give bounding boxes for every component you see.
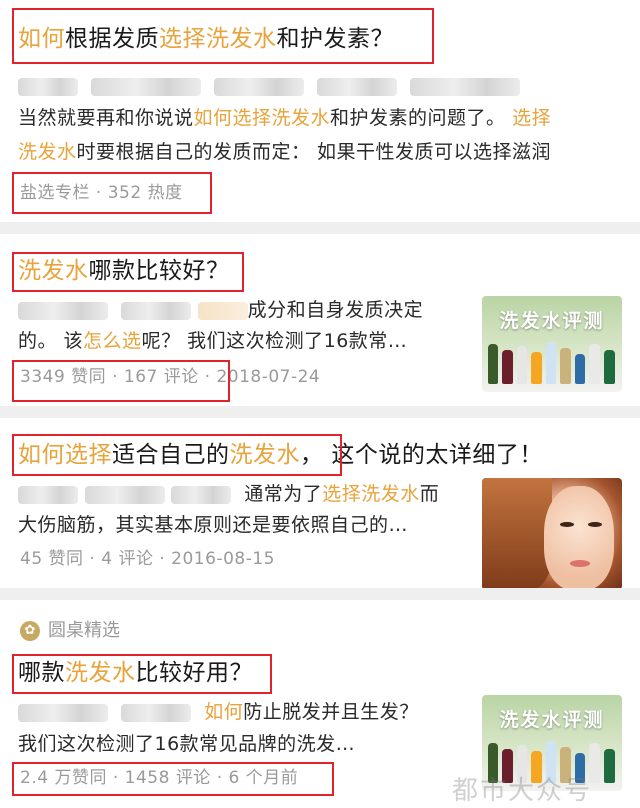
excerpt-seg: 成分和自身发质决定 — [247, 299, 424, 321]
result-thumbnail[interactable] — [482, 478, 622, 590]
result-meta: 45 赞同 · 4 评论 · 2016-08-15 — [20, 549, 275, 569]
excerpt-seg: 如何 — [204, 701, 244, 723]
excerpt-seg: 洗发水 — [18, 141, 77, 163]
blurred-line — [18, 72, 521, 100]
excerpt-seg: 的。 该 — [18, 330, 84, 352]
card-separator — [0, 222, 640, 234]
excerpt-seg: 怎么选 — [83, 330, 142, 352]
excerpt-seg: 如何选择洗发水 — [193, 107, 331, 129]
thumbnail-caption: 洗发水评测 — [499, 709, 605, 731]
excerpt-seg: 通常为了 — [244, 483, 323, 505]
annotation-box — [12, 252, 244, 292]
result-thumbnail[interactable]: 洗发水评测 — [482, 296, 622, 392]
title-seg: 这个说的太详细了！ — [331, 442, 543, 468]
annotation-box — [12, 434, 342, 476]
annotation-box — [12, 172, 212, 214]
annotation-box — [12, 762, 334, 796]
thumbnail-caption: 洗发水评测 — [499, 310, 605, 332]
annotation-box — [12, 654, 272, 694]
result-excerpt: 大伤脑筋，其实基本原则还是要依照自己的… — [18, 514, 409, 536]
excerpt-seg: 时要根据自己的发质而定： 如果干性发质可以选择滋润 — [76, 141, 552, 163]
result-card-2[interactable]: 洗发水哪款比较好？ 成分和自身发质决定 的。 该怎么选呢？ 我们这次检测了16款… — [0, 234, 640, 406]
result-excerpt: 当然就要再和你说说如何选择洗发水和护发素的问题了。 选择 — [18, 104, 551, 132]
result-card-3[interactable]: 如何选择适合自己的洗发水， 这个说的太详细了！ 通常为了选择洗发水而 大伤脑筋，… — [0, 418, 640, 590]
annotation-box — [12, 360, 230, 402]
result-excerpt: 成分和自身发质决定 — [18, 296, 423, 324]
result-excerpt: 如何防止脱发并且生发？ — [18, 698, 419, 726]
annotation-box — [12, 8, 434, 64]
excerpt-seg: 和护发素的问题了。 — [330, 107, 506, 129]
excerpt-seg: 选择 — [512, 107, 552, 129]
excerpt-seg: 当然就要再和你说说 — [18, 107, 194, 129]
result-excerpt: 的。 该怎么选呢？ 我们这次检测了16款常… — [18, 327, 407, 355]
result-excerpt: 通常为了选择洗发水而 — [18, 480, 439, 508]
result-excerpt: 我们这次检测了16款常见品牌的洗发… — [18, 733, 356, 755]
excerpt-seg: 防止脱发并且生发？ — [243, 701, 419, 723]
result-card-1[interactable]: 如何根据发质选择洗发水和护发素？ 当然就要再和你说说如何选择洗发水和护发素的问题… — [0, 0, 640, 222]
result-excerpt: 洗发水时要根据自己的发质而定： 如果干性发质可以选择滋润 — [18, 138, 551, 166]
watermark: 都市大众号 — [452, 776, 593, 806]
excerpt-seg: 呢？ 我们这次检测了16款常… — [141, 330, 408, 352]
roundtable-icon: ✿ — [20, 621, 40, 641]
card-separator — [0, 406, 640, 418]
excerpt-seg: 而 — [419, 483, 440, 505]
excerpt-seg: 选择洗发水 — [322, 483, 420, 505]
card-separator — [0, 588, 640, 600]
brand-label[interactable]: 圆桌精选 — [48, 619, 120, 643]
